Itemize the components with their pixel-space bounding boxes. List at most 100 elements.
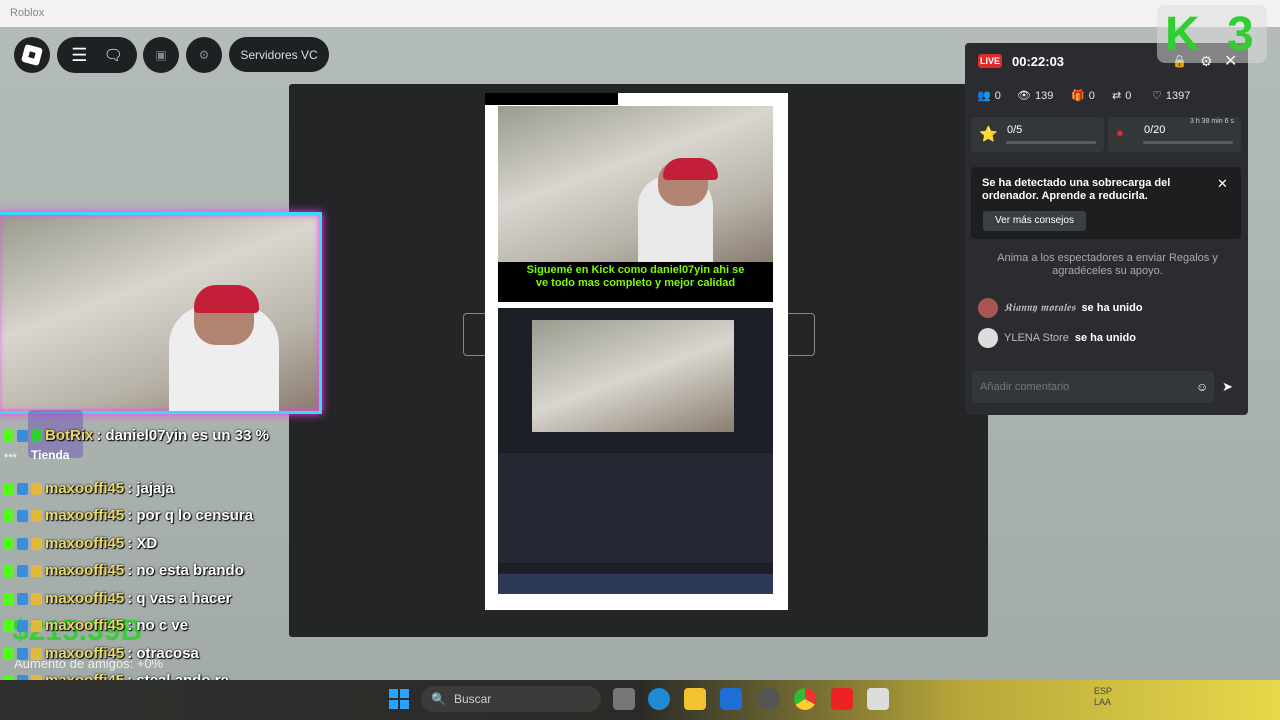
crown-badge-icon <box>31 647 42 660</box>
goal-card-2[interactable]: ● 0/20 3 h 38 min 6 s <box>1108 117 1241 152</box>
language-indicator[interactable]: ESP LAA <box>1094 686 1112 708</box>
chat-username: maxooffi45 <box>45 645 125 662</box>
chat-message: maxooffi45: q vas a hacer <box>3 590 231 607</box>
bot-badge-icon <box>31 429 42 442</box>
join-action-2: se ha unido <box>1074 332 1136 344</box>
obs-screen-capture <box>498 308 773 594</box>
crown-badge-icon <box>31 509 42 522</box>
gift-hint: Anima a los espectadores a enviar Regalo… <box>997 252 1218 277</box>
kick-badge-icon <box>3 537 14 550</box>
chat-username: maxooffi45 <box>45 562 125 579</box>
obs-icon[interactable] <box>758 688 780 710</box>
join-event-2: YLENA Store se ha unido <box>978 328 1136 348</box>
chat-username: maxooffi45 <box>45 480 125 497</box>
likes-count: 1397 <box>1165 89 1191 102</box>
avatar <box>978 298 998 318</box>
kick-badge-icon <box>3 592 14 605</box>
live-timer: 00:22:03 <box>1012 54 1065 69</box>
verified-badge-icon <box>17 509 28 522</box>
verified-badge-icon <box>17 537 28 550</box>
viewers-stat: 👁 139 <box>1017 89 1054 103</box>
more-tips-button[interactable]: Ver más consejos <box>983 211 1086 231</box>
edge-icon[interactable] <box>648 688 670 710</box>
rating-stars: *** <box>4 452 17 464</box>
join-event-1: 𝕶𝖎𝖆𝖓𝖓𝖞 𝖒𝖔𝖗𝖆𝖑𝖊𝖘 se ha unido <box>978 298 1143 318</box>
keyboard-layout: LAA <box>1094 697 1112 707</box>
viewers-count: 139 <box>1034 89 1054 102</box>
chrome-icon[interactable] <box>794 688 816 710</box>
chat-message: maxooffi45: no c ve <box>3 617 188 634</box>
kick-3-icon: 3 <box>1227 8 1254 61</box>
webcam-overlay <box>0 212 322 414</box>
chat-text: : q vas a hacer <box>127 590 232 607</box>
backpack-button[interactable]: ▣ <box>143 37 179 73</box>
kick-badge-icon <box>3 482 14 495</box>
chat-text: : no esta brando <box>127 562 244 579</box>
likes-stat: ♡ 1397 <box>1152 89 1191 103</box>
search-placeholder: Buscar <box>453 692 492 706</box>
kick-badge-icon <box>3 509 14 522</box>
task-view-icon[interactable] <box>613 688 635 710</box>
language-code: ESP <box>1094 686 1113 696</box>
chat-username: BotRix <box>45 427 94 444</box>
kick-badge-icon <box>3 564 14 577</box>
preview-top-bar <box>485 93 618 105</box>
shares-stat: ⇄ 0 <box>1112 89 1132 103</box>
comment-input[interactable] <box>972 371 1214 403</box>
backpack-icon: ▣ <box>155 48 167 62</box>
menu-chat-group: ☰ 🗨 <box>57 37 137 73</box>
join-user-1: 𝕶𝖎𝖆𝖓𝖓𝖞 𝖒𝖔𝖗𝖆𝖑𝖊𝖘 <box>1004 301 1076 314</box>
servers-vc-label: Servidores VC <box>240 47 318 62</box>
chat-message: maxooffi45: XD <box>3 535 157 552</box>
verified-badge-icon <box>17 592 28 605</box>
avatar <box>978 328 998 348</box>
subtitle-line-2: ve todo mas completo y mejor calidad <box>535 277 736 289</box>
gift-icon: 🎁 <box>1071 90 1085 102</box>
stream-subtitle: Siguemé en Kick como daniel07yin ahi se … <box>498 262 773 302</box>
goal-2-value: 0/20 <box>1144 124 1166 136</box>
kick-badge-icon <box>3 619 14 632</box>
taskbar-search[interactable]: 🔍 Buscar <box>421 686 601 712</box>
chat-message: maxooffi45: jajaja <box>3 480 174 497</box>
notice-close-icon[interactable]: ✕ <box>1217 176 1228 192</box>
kick-logo-overlay: K 3 <box>1157 5 1267 63</box>
servers-vc-button[interactable]: Servidores VC <box>229 37 329 72</box>
verified-badge-icon <box>17 647 28 660</box>
chat-message: maxooffi45: no esta brando <box>3 562 244 579</box>
emoji-icon[interactable]: ☺ <box>1196 380 1208 394</box>
webcam-feed <box>498 106 773 262</box>
window-title: Roblox <box>10 7 45 19</box>
chat-icon[interactable]: 🗨 <box>104 46 123 64</box>
file-explorer-icon[interactable] <box>684 688 706 710</box>
verified-badge-icon <box>17 429 28 442</box>
chat-text: : no c ve <box>127 617 189 634</box>
roblox-logo-button[interactable] <box>14 37 50 73</box>
chat-username: maxooffi45 <box>45 590 125 607</box>
goal-2-timer: 3 h 38 min 6 s <box>1190 118 1234 125</box>
star-icon: ⭐ <box>979 126 998 143</box>
settings-button[interactable]: ⚙ <box>186 37 222 73</box>
window-titlebar: Roblox <box>0 0 1280 28</box>
goal-card-1[interactable]: ⭐ 0/5 <box>971 117 1104 152</box>
rose-icon: ● <box>1116 125 1124 140</box>
gear-icon: ⚙ <box>198 48 210 62</box>
notice-text: Se ha detectado una sobrecarga del orden… <box>982 177 1171 202</box>
roblox-logo-icon <box>20 43 44 67</box>
chat-username: maxooffi45 <box>45 507 125 524</box>
live-badge: LIVE <box>978 54 1002 68</box>
store-icon[interactable] <box>720 688 742 710</box>
verified-badge-icon <box>17 482 28 495</box>
join-action-1: se ha unido <box>1081 302 1143 314</box>
tiktok-icon[interactable] <box>831 688 853 710</box>
shares-count: 0 <box>1125 89 1132 102</box>
windows-start-icon[interactable] <box>389 689 409 709</box>
menu-icon[interactable]: ☰ <box>71 45 87 66</box>
send-icon[interactable]: ➤ <box>1222 379 1233 395</box>
chat-username: maxooffi45 <box>45 535 125 552</box>
roblox-taskbar-icon[interactable] <box>867 688 889 710</box>
search-icon: 🔍 <box>431 692 446 706</box>
chat-text: : jajaja <box>127 480 174 497</box>
windows-taskbar <box>0 680 1280 720</box>
kick-k-icon: K <box>1165 8 1200 61</box>
members-count: 0 <box>994 89 1001 102</box>
